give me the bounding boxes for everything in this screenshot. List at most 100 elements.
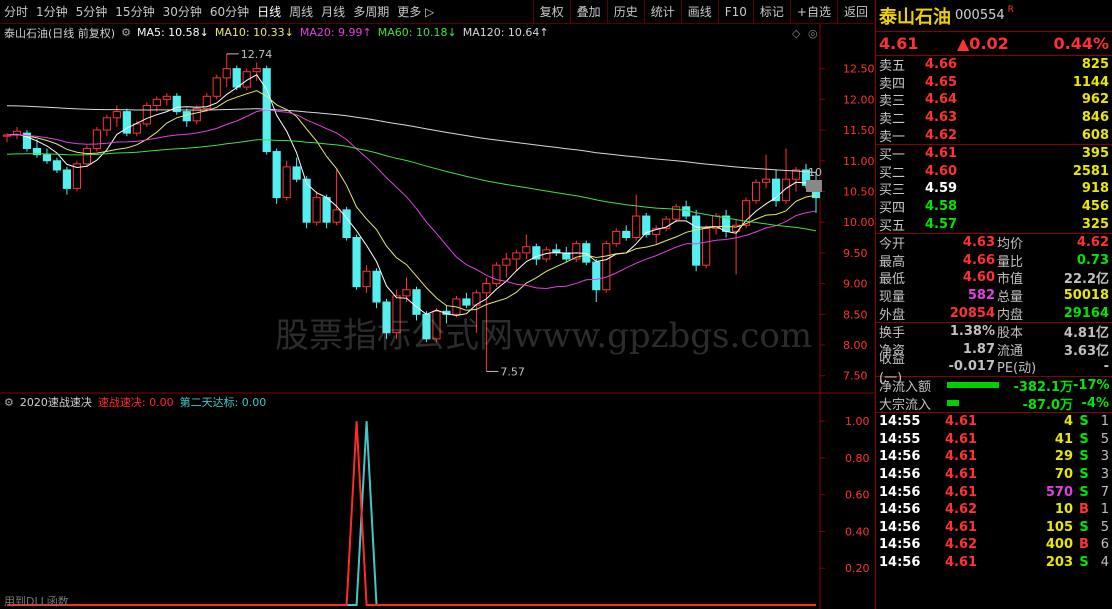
tick-price: 4.61 bbox=[945, 554, 978, 570]
action-button-6[interactable]: 标记 bbox=[752, 0, 790, 24]
ask-price: 4.63 bbox=[925, 110, 958, 126]
action-button-7[interactable]: +自选 bbox=[789, 0, 837, 24]
ask-row: 卖二 4.63 846 bbox=[876, 109, 1112, 127]
tick-count: 7 bbox=[1100, 484, 1109, 500]
tick-side: S bbox=[1079, 554, 1089, 570]
action-button-5[interactable]: F10 bbox=[717, 0, 753, 24]
stat-value: 3.63亿 bbox=[1063, 343, 1109, 359]
chart-area[interactable]: ◇ ◎ 12.50 12.00 11.50 11.00 10.50 10.00 9.50 9.00… bbox=[0, 24, 875, 609]
period-tab-5[interactable]: 60分钟 bbox=[206, 3, 253, 20]
stat-value: -0.017 bbox=[948, 359, 995, 375]
stat-value: 1.87 bbox=[962, 341, 995, 357]
stat-label: 换手 bbox=[879, 326, 906, 342]
tick-count: 5 bbox=[1100, 431, 1109, 447]
stat-label: 最高 bbox=[879, 254, 906, 270]
stat-row: 今开 4.63 均价 4.62 bbox=[876, 234, 1112, 252]
stat-row: 最高 4.66 量比 0.73 bbox=[876, 252, 1112, 270]
tick-price: 4.61 bbox=[945, 519, 978, 535]
candle-body bbox=[312, 197, 321, 223]
ask-volume: 846 bbox=[1081, 110, 1109, 126]
bid-price: 4.60 bbox=[925, 163, 958, 179]
ask-label: 卖四 bbox=[879, 76, 906, 92]
stats-block-1: 今开 4.63 均价 4.62 最高 4.66 量比 0.73 最低 4.60 市值 22.2亿 现量 5… bbox=[876, 234, 1112, 323]
tick-side: S bbox=[1079, 414, 1089, 430]
y-tick-label: 12.50 bbox=[843, 63, 874, 76]
candle-body bbox=[272, 151, 281, 199]
flow-value: -382.1万 bbox=[1013, 379, 1073, 395]
candle-body bbox=[42, 154, 52, 162]
ind-tick-label: 0.40 bbox=[845, 525, 870, 538]
flow-bar-fill bbox=[947, 382, 1000, 389]
action-button-0[interactable]: 复权 bbox=[532, 0, 570, 24]
stat-label: 市值 bbox=[997, 272, 1024, 288]
candle-body bbox=[352, 237, 361, 288]
signal2-line bbox=[7, 421, 816, 606]
stat-label: 今开 bbox=[879, 237, 906, 253]
stat-row: 现量 582 总量 50018 bbox=[876, 287, 1112, 305]
price-row: 4.61 ▲0.02 0.44% bbox=[876, 32, 1112, 56]
y-tick-label: 10.50 bbox=[843, 185, 874, 198]
candle-body bbox=[382, 301, 391, 334]
bid-price: 4.59 bbox=[925, 181, 958, 197]
indicator-title: 2020速战速决 bbox=[19, 396, 92, 409]
candle-body bbox=[412, 289, 421, 315]
tick-count: 6 bbox=[1100, 537, 1109, 553]
candle-body bbox=[182, 111, 191, 122]
candle-body bbox=[632, 215, 641, 239]
stat-value: 20854 bbox=[949, 305, 995, 321]
tick-time: 14:55 bbox=[879, 431, 921, 447]
period-tab-10[interactable]: 更多 ▷ bbox=[393, 3, 438, 20]
candle-body bbox=[112, 111, 121, 119]
ask-book: 卖五 4.66 825 卖四 4.65 1144 卖三 4.64 962 卖二 4.63 846 卖一 4… bbox=[876, 56, 1112, 145]
candle-body bbox=[622, 230, 631, 239]
action-button-2[interactable]: 历史 bbox=[606, 0, 644, 24]
period-tab-8[interactable]: 月线 bbox=[317, 3, 349, 20]
ask-row: 卖五 4.66 825 bbox=[876, 56, 1112, 74]
action-button-3[interactable]: 统计 bbox=[643, 0, 681, 24]
tick-count: 1 bbox=[1100, 414, 1109, 430]
ask-label: 卖二 bbox=[879, 112, 906, 128]
candle-body bbox=[172, 95, 181, 113]
ma60-label: MA60: 10.18↓ bbox=[377, 26, 457, 39]
period-tab-9[interactable]: 多周期 bbox=[349, 3, 393, 20]
period-tab-2[interactable]: 5分钟 bbox=[72, 3, 112, 20]
period-tab-3[interactable]: 15分钟 bbox=[111, 3, 158, 20]
period-tab-6[interactable]: 日线 bbox=[253, 3, 285, 20]
action-button-4[interactable]: 画线 bbox=[680, 0, 718, 24]
kline-chart[interactable]: ◇ ◎12.5012.0011.5011.0010.5010.009.509.00… bbox=[0, 24, 875, 609]
settings-icon[interactable]: ⚙ bbox=[4, 396, 14, 409]
settings-icon[interactable]: ⚙ bbox=[121, 26, 131, 39]
tick-volume: 570 bbox=[1045, 484, 1073, 500]
candle-body bbox=[602, 243, 611, 291]
candle-body bbox=[492, 264, 501, 285]
stat-value: 4.60 bbox=[962, 270, 995, 286]
period-tab-0[interactable]: 分时 bbox=[0, 3, 32, 20]
action-button-8[interactable]: 返回 bbox=[836, 0, 874, 24]
tick-row: 14:56 4.61 570 S 7 bbox=[876, 483, 1112, 501]
candle-body bbox=[332, 209, 341, 223]
bid-price: 4.57 bbox=[925, 216, 958, 232]
ask-label: 卖五 bbox=[879, 59, 906, 75]
bid-volume: 918 bbox=[1081, 181, 1109, 197]
tick-row: 14:56 4.61 203 S 4 bbox=[876, 554, 1112, 572]
period-tab-4[interactable]: 30分钟 bbox=[159, 3, 206, 20]
period-tab-1[interactable]: 1分钟 bbox=[32, 3, 72, 20]
bid-label: 买二 bbox=[879, 165, 906, 181]
bid-label: 买三 bbox=[879, 183, 906, 199]
bid-price: 4.58 bbox=[925, 199, 958, 215]
stat-value: 4.81亿 bbox=[1063, 326, 1109, 342]
stat-value: 4.66 bbox=[962, 252, 995, 268]
action-button-1[interactable]: 叠加 bbox=[569, 0, 607, 24]
tick-time: 14:56 bbox=[879, 554, 921, 570]
tick-side: B bbox=[1079, 537, 1089, 553]
candle-body bbox=[781, 178, 791, 202]
tick-side: S bbox=[1079, 519, 1089, 535]
money-flow: 净流入额 -382.1万 -17% 大宗流入 -87.0万 -4% bbox=[876, 377, 1112, 413]
tick-volume: 41 bbox=[1054, 431, 1073, 447]
tick-price: 4.61 bbox=[945, 449, 978, 465]
candle-body bbox=[432, 310, 441, 340]
candle-body bbox=[372, 270, 381, 303]
period-tab-7[interactable]: 周线 bbox=[285, 3, 317, 20]
ask-row: 卖四 4.65 1144 bbox=[876, 74, 1112, 92]
bid-book: 买一 4.61 395 买二 4.60 2581 买三 4.59 918 买四 4.58 456 买五 4… bbox=[876, 145, 1112, 234]
